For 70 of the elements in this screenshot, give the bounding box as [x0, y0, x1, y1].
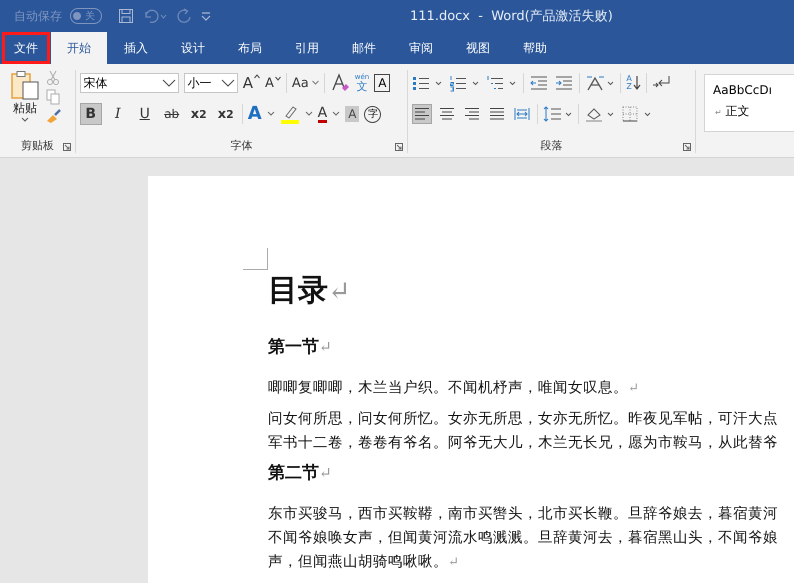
caret-icon[interactable]	[304, 111, 313, 117]
chevron-icon	[220, 79, 235, 87]
clear-formatting-icon[interactable]	[330, 73, 350, 93]
paragraph-line: 军书十二卷，卷卷有爷名。阿爷无大儿，木兰无长兄，愿为市鞍马，从此替爷	[268, 433, 779, 453]
dialog-launcher-icon[interactable]	[62, 143, 71, 151]
window-title: 111.docx - Word(产品激活失败)	[410, 8, 613, 25]
font-size-dropdown[interactable]: 小一	[184, 73, 238, 93]
caret-icon	[21, 117, 29, 123]
ribbon-tab[interactable]: 邮件	[336, 32, 392, 64]
margin-corner-mark	[243, 248, 268, 270]
paragraph-line: 声，但闻燕山胡骑鸣啾啾。↵	[268, 552, 460, 572]
multilevel-list-icon[interactable]	[486, 74, 518, 92]
highlighter-icon[interactable]	[280, 104, 300, 124]
down-arrow-icon	[632, 75, 641, 91]
text-effects-button[interactable]: A	[248, 105, 262, 123]
paste-button[interactable]: 粘贴	[10, 70, 40, 137]
underline-button[interactable]: U	[134, 103, 156, 125]
grow-font-button[interactable]: A	[242, 74, 260, 92]
save-icon[interactable]	[118, 8, 134, 24]
character-shading-button[interactable]: A	[345, 106, 360, 122]
decrease-indent-icon[interactable]	[529, 74, 550, 92]
format-painter-icon[interactable]	[46, 108, 62, 124]
ribbon-tab[interactable]: 插入	[108, 32, 164, 64]
ribbon-tab[interactable]: 文件	[2, 32, 50, 64]
ribbon-tab[interactable]: 开始	[51, 32, 107, 64]
document-title: 目录↵	[268, 272, 352, 310]
dialog-launcher-icon[interactable]	[683, 143, 691, 151]
borders-icon[interactable]	[621, 105, 654, 123]
group-label: 剪贴板	[20, 138, 54, 152]
chevron-icon	[162, 79, 176, 87]
sort-button[interactable]: A Z	[626, 75, 641, 91]
section-heading: 第一节↵	[268, 336, 333, 358]
clipboard-icon	[10, 70, 40, 100]
ribbon-tab[interactable]: 引用	[279, 32, 335, 64]
caret-icon	[312, 80, 319, 86]
change-case-button[interactable]: Aa	[292, 76, 319, 90]
align-left-button[interactable]	[412, 104, 432, 124]
numbering-icon[interactable]	[449, 74, 482, 92]
section-heading: 第二节↵	[268, 462, 333, 484]
ribbon-tab[interactable]: 视图	[450, 32, 506, 64]
caret-icon[interactable]	[266, 111, 275, 117]
ribbon-tab[interactable]: 审阅	[393, 32, 449, 64]
paragraph-line: 问女何所思，问女何所忆。女亦无所思，女亦无所忆。昨夜见军帖，可汗大点	[268, 409, 779, 429]
paragraph-line: 不闻爷娘唤女声，但闻黄河流水鸣溅溅。旦辞黄河去，暮宿黑山头，不闻爷娘	[268, 528, 779, 548]
ribbon-tab[interactable]: 设计	[165, 32, 221, 64]
ribbon-tab[interactable]: 布局	[222, 32, 278, 64]
font-color-button[interactable]: A	[318, 106, 328, 122]
shrink-font-button[interactable]: A	[264, 76, 281, 90]
bullets-icon[interactable]	[412, 74, 444, 92]
font-name-dropdown[interactable]: 宋体	[80, 73, 179, 93]
line-spacing-icon[interactable]	[543, 105, 574, 123]
caret-icon[interactable]	[332, 111, 340, 117]
enclose-characters-button[interactable]: 字	[364, 106, 382, 122]
asian-layout-icon[interactable]	[585, 74, 616, 92]
style-gallery-item[interactable]: AaBbCcDı ↵ 正文	[704, 74, 794, 132]
ribbon-tab[interactable]: 帮助	[507, 32, 563, 64]
autosave-label: 自动保存	[14, 8, 62, 24]
italic-button[interactable]: I	[106, 103, 129, 125]
increase-indent-icon[interactable]	[554, 74, 574, 92]
bold-button[interactable]: B	[80, 103, 102, 125]
paragraph-line: 唧唧复唧唧，木兰当户织。不闻机杼声，唯闻女叹息。↵	[268, 378, 640, 398]
caret-up-icon	[254, 74, 260, 79]
strike-button[interactable]: ab	[160, 103, 183, 125]
dialog-launcher-icon[interactable]	[395, 143, 404, 151]
paragraph-line: 东市买骏马，西市买鞍鞯，南市买辔头，北市买长鞭。旦辞爷娘去，暮宿黄河	[268, 504, 779, 524]
group-label: 段落	[540, 138, 563, 152]
caret-down-icon	[274, 76, 281, 80]
character-border-button[interactable]: A	[374, 74, 390, 92]
group-label: 字体	[230, 138, 253, 152]
customize-dropdown-icon[interactable]	[200, 10, 212, 22]
